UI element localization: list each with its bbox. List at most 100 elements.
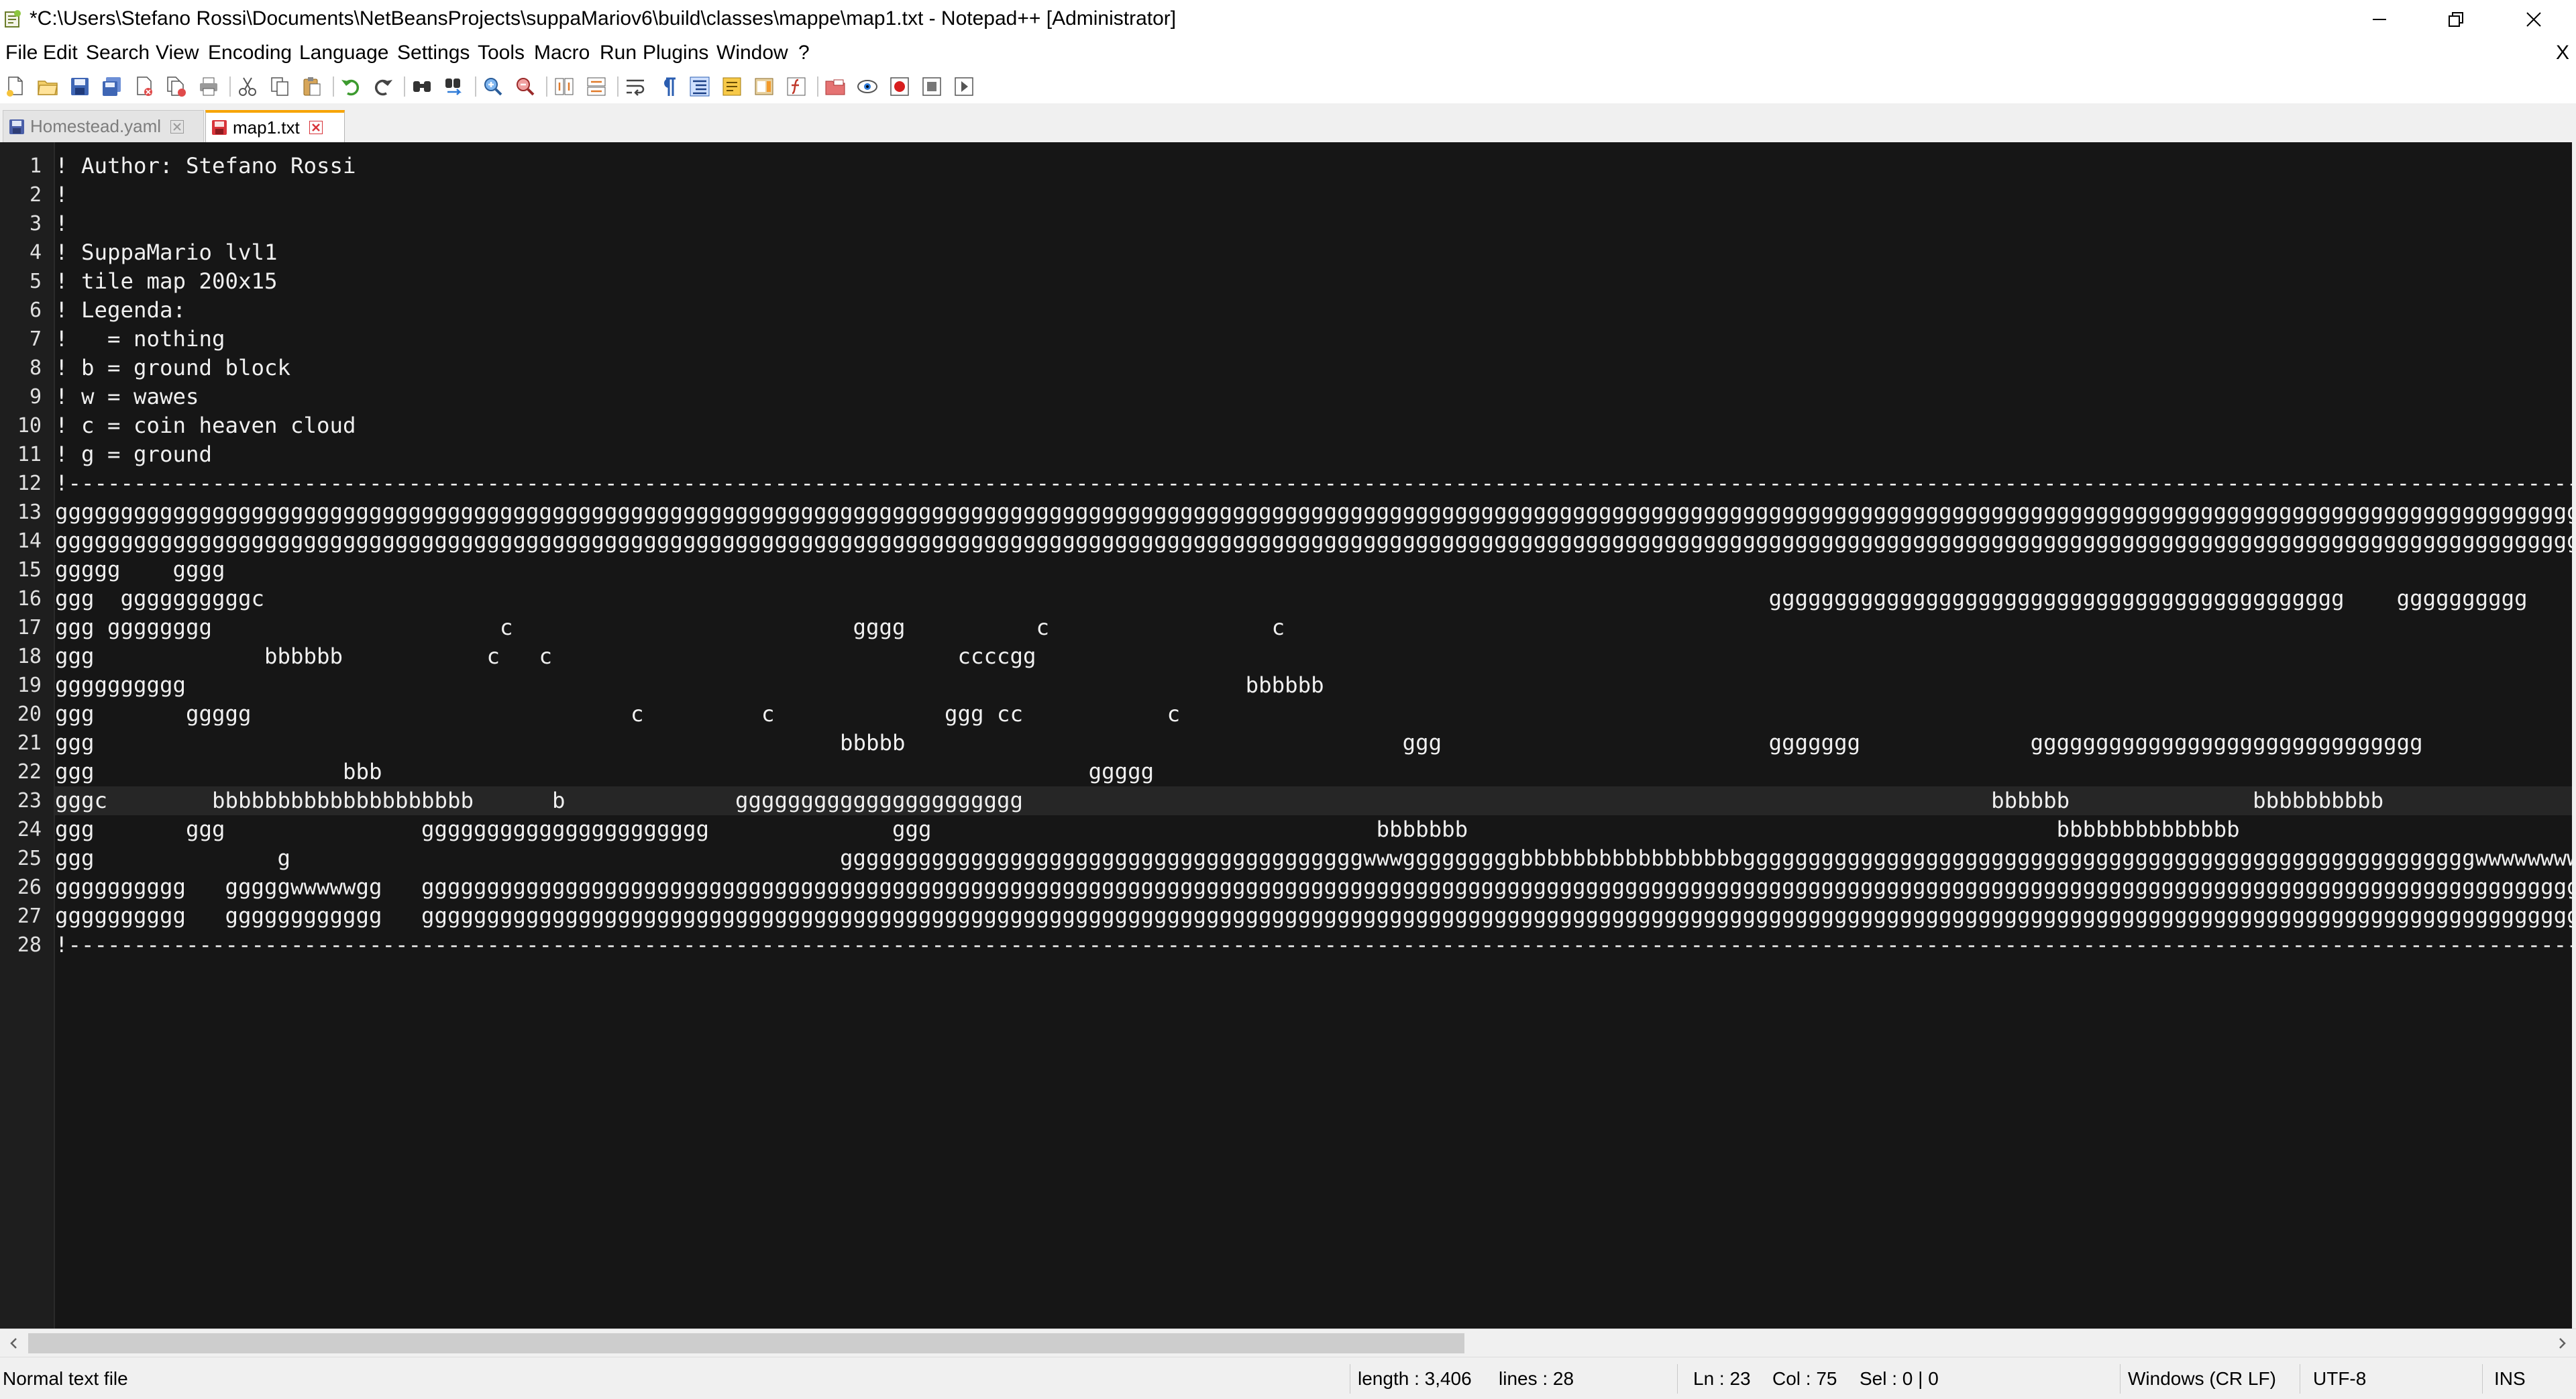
scroll-left-button[interactable] — [0, 1329, 28, 1357]
line-number: 3 — [29, 212, 42, 236]
zoom-out-button[interactable] — [513, 74, 538, 99]
play-macro-button[interactable] — [951, 74, 977, 99]
code-line[interactable]: ! — [55, 209, 2572, 238]
monitoring-button[interactable] — [855, 74, 880, 99]
close-all-icon — [167, 76, 186, 97]
minimize-button[interactable] — [2341, 0, 2418, 39]
code-line[interactable]: ! c = coin heaven cloud — [55, 411, 2572, 440]
open-file-button[interactable] — [35, 74, 60, 99]
show-all-chars-button[interactable] — [655, 74, 680, 99]
sync-vertical-button[interactable] — [551, 74, 577, 99]
code-line[interactable]: gggggggggggggggggggggggggggggggggggggggg… — [55, 498, 2572, 527]
code-line[interactable]: ! b = ground block — [55, 354, 2572, 382]
code-line[interactable]: ggg ggggggggggc gggggggggggggggggggggggg… — [55, 584, 2572, 613]
sync-horizontal-icon — [587, 77, 606, 96]
tab-map1-txt[interactable]: map1.txt — [205, 110, 345, 142]
paste-button[interactable] — [299, 74, 325, 99]
menu-language[interactable]: Language — [299, 42, 388, 64]
code-line[interactable]: ! g = ground — [55, 440, 2572, 469]
save-all-button[interactable] — [99, 74, 125, 99]
line-number-gutter[interactable]: 1 2 3 4 5 6 7 8 9 10 11 12 13 14 15 16 17 18 19 20 21 22 23 24 2… — [0, 142, 55, 1329]
code-line[interactable]: ! Author: Stefano Rossi — [55, 152, 2572, 180]
menu-view[interactable]: View — [156, 42, 199, 64]
menu-window[interactable]: Window — [716, 42, 788, 64]
code-line[interactable]: ggg g gggggggggggggggggggggggggggggggggg… — [55, 844, 2572, 873]
toolbar-separator — [617, 76, 619, 97]
replace-button[interactable] — [441, 74, 467, 99]
copy-button[interactable] — [267, 74, 292, 99]
menu-search[interactable]: Search — [86, 42, 150, 64]
tab-close-icon[interactable] — [308, 119, 324, 136]
zoom-in-button[interactable] — [480, 74, 506, 99]
find-button[interactable] — [409, 74, 435, 99]
code-line[interactable]: gggggggggg gggggggggggg gggggggggggggggg… — [55, 902, 2572, 931]
line-number: 27 — [17, 904, 42, 928]
menu-encoding[interactable]: Encoding — [208, 42, 292, 64]
scroll-track[interactable] — [28, 1329, 2548, 1357]
vertical-scrollbar[interactable] — [2572, 142, 2576, 1329]
scroll-thumb[interactable] — [28, 1333, 1464, 1353]
code-line[interactable]: ggg bbbbb ggg ggggggg gggggggggggggggggg… — [55, 729, 2572, 758]
code-line[interactable]: ! Legenda: — [55, 296, 2572, 325]
code-line[interactable]: ggg ggg gggggggggggggggggggggg ggg bbbbb… — [55, 815, 2572, 844]
undo-button[interactable] — [338, 74, 364, 99]
code-line[interactable]: gggc bbbbbbbbbbbbbbbbbbbb b gggggggggggg… — [55, 786, 2572, 815]
menu-settings[interactable]: Settings — [397, 42, 470, 64]
code-line[interactable]: gggggggggggggggggggggggggggggggggggggggg… — [55, 527, 2572, 556]
word-wrap-button[interactable] — [623, 74, 648, 99]
cut-button[interactable] — [235, 74, 260, 99]
menu-file[interactable]: File — [5, 42, 38, 64]
save-button[interactable] — [67, 74, 93, 99]
code-line[interactable]: ggg ggggg c c ggg cc c — [55, 700, 2572, 729]
status-encoding: UTF-8 — [2313, 1368, 2367, 1389]
menu-plugins[interactable]: Plugins — [643, 42, 708, 64]
horizontal-scrollbar[interactable] — [0, 1329, 2576, 1357]
redo-button[interactable] — [370, 74, 396, 99]
code-line[interactable]: ! tile map 200x15 — [55, 267, 2572, 296]
user-language-button[interactable] — [719, 74, 745, 99]
close-button[interactable] — [131, 74, 157, 99]
menu-macro[interactable]: Macro — [534, 42, 590, 64]
status-divider — [1677, 1364, 1678, 1394]
code-line[interactable]: !---------------------------------------… — [55, 931, 2572, 960]
menu-run[interactable]: Run — [600, 42, 637, 64]
function-list-button[interactable] — [784, 74, 809, 99]
close-window-button[interactable] — [2496, 0, 2572, 39]
print-button[interactable] — [196, 74, 221, 99]
close-icon — [137, 76, 152, 96]
code-line[interactable]: !---------------------------------------… — [55, 469, 2572, 498]
menu-edit[interactable]: Edit — [43, 42, 78, 64]
close-document-button[interactable]: X — [2556, 42, 2569, 64]
paste-icon — [303, 77, 321, 96]
code-line[interactable]: ! w = wawes — [55, 382, 2572, 411]
indent-guide-button[interactable] — [687, 74, 712, 99]
menu-help[interactable]: ? — [798, 42, 810, 64]
stop-record-icon — [922, 77, 941, 96]
code-line[interactable]: ggggg gggg — [55, 556, 2572, 584]
new-file-button[interactable] — [3, 74, 28, 99]
code-line[interactable]: ! — [55, 180, 2572, 209]
stop-record-button[interactable] — [919, 74, 945, 99]
code-area[interactable]: ! Author: Stefano Rossi!!! SuppaMario lv… — [55, 142, 2572, 1329]
code-line[interactable]: ! SuppaMario lvl1 — [55, 238, 2572, 267]
code-line[interactable]: ! = nothing — [55, 325, 2572, 354]
restore-button[interactable] — [2418, 0, 2494, 39]
line-number: 7 — [29, 327, 42, 351]
editor[interactable]: 1 2 3 4 5 6 7 8 9 10 11 12 13 14 15 16 17 18 19 20 21 22 23 24 2… — [0, 142, 2576, 1329]
sync-horizontal-button[interactable] — [584, 74, 609, 99]
menu-tools[interactable]: Tools — [478, 42, 525, 64]
chevron-left-icon — [10, 1338, 17, 1349]
code-line[interactable]: gggggggggg bbbbbb — [55, 671, 2572, 700]
code-line[interactable]: ggg gggggggg c gggg c c — [55, 613, 2572, 642]
document-map-button[interactable] — [751, 74, 777, 99]
tab-close-icon[interactable] — [169, 119, 185, 135]
notepad-plus-plus-icon[interactable] — [4, 9, 21, 28]
record-macro-button[interactable] — [887, 74, 912, 99]
scroll-right-button[interactable] — [2548, 1329, 2576, 1357]
close-all-button[interactable] — [164, 74, 189, 99]
code-line[interactable]: gggggggggg gggggwwwwwgg gggggggggggggggg… — [55, 873, 2572, 902]
tab-homestead-yaml[interactable]: Homestead.yaml — [3, 110, 204, 142]
code-line[interactable]: ggg bbbbbb c c ccccgg — [55, 642, 2572, 671]
code-line[interactable]: ggg bbb ggggg — [55, 758, 2572, 786]
folder-workspace-button[interactable] — [822, 74, 848, 99]
